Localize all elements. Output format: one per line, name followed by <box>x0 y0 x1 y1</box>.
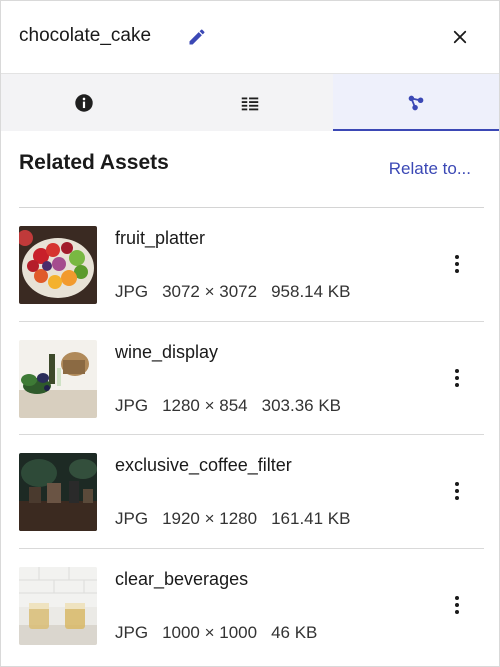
list-item[interactable]: wine_display JPG 1280 × 854 303.36 KB <box>19 322 484 435</box>
asset-format: JPG <box>115 282 149 301</box>
asset-name: exclusive_coffee_filter <box>115 455 292 475</box>
asset-meta: JPG 1000 × 1000 46 KB <box>115 623 331 643</box>
asset-thumbnail <box>19 339 97 418</box>
asset-dimensions: 1280 × 854 <box>162 395 248 415</box>
more-options-icon[interactable] <box>449 252 465 276</box>
panel-header: chocolate_cake <box>1 1 499 74</box>
tab-details[interactable] <box>167 74 333 131</box>
asset-dimensions: 1920 × 1280 <box>162 509 258 528</box>
tab-relations[interactable] <box>333 74 499 131</box>
asset-name: clear_beverages <box>115 568 249 589</box>
pencil-icon[interactable] <box>187 27 207 47</box>
asset-title: chocolate_cake <box>19 25 152 46</box>
related-assets-list: fruit_platter JPG 3072 × 3072 958.14 KB <box>19 208 484 662</box>
info-icon <box>75 93 93 112</box>
asset-detail-panel: chocolate_cake Related Assets Relate to.… <box>0 0 500 667</box>
asset-name: fruit_platter <box>115 228 206 248</box>
relate-to-link[interactable]: Relate to... <box>389 159 471 179</box>
list-item[interactable]: clear_beverages JPG 1000 × 1000 46 KB <box>19 549 484 663</box>
asset-size: 958.14 KB <box>271 282 351 301</box>
asset-dimensions: 3072 × 3072 <box>162 282 258 301</box>
more-options-icon[interactable] <box>449 366 465 390</box>
close-icon[interactable] <box>451 28 469 46</box>
asset-name: wine_display <box>115 341 219 362</box>
asset-meta: JPG 3072 × 3072 958.14 KB <box>115 282 364 302</box>
asset-format: JPG <box>115 509 149 528</box>
asset-size: 46 KB <box>271 622 318 642</box>
asset-meta: JPG 1280 × 854 303.36 KB <box>115 396 355 416</box>
asset-dimensions: 1000 × 1000 <box>162 622 258 642</box>
list-item[interactable]: fruit_platter JPG 3072 × 3072 958.14 KB <box>19 208 484 322</box>
panel-tabs <box>1 74 499 131</box>
list-detail-icon <box>241 97 259 110</box>
asset-meta: JPG 1920 × 1280 161.41 KB <box>115 509 364 529</box>
asset-size: 303.36 KB <box>261 395 342 415</box>
asset-thumbnail <box>19 453 97 531</box>
list-item[interactable]: exclusive_coffee_filter JPG 1920 × 1280 16… <box>19 435 484 549</box>
tab-info[interactable] <box>1 74 167 131</box>
asset-thumbnail <box>19 566 97 645</box>
more-options-icon[interactable] <box>449 593 465 617</box>
asset-size: 161.41 KB <box>271 509 351 528</box>
more-options-icon[interactable] <box>449 479 465 503</box>
asset-format: JPG <box>115 622 149 642</box>
asset-format: JPG <box>115 395 149 415</box>
section-title: Related Assets <box>19 151 169 174</box>
asset-thumbnail <box>19 226 97 304</box>
relations-graph-icon <box>408 95 424 110</box>
